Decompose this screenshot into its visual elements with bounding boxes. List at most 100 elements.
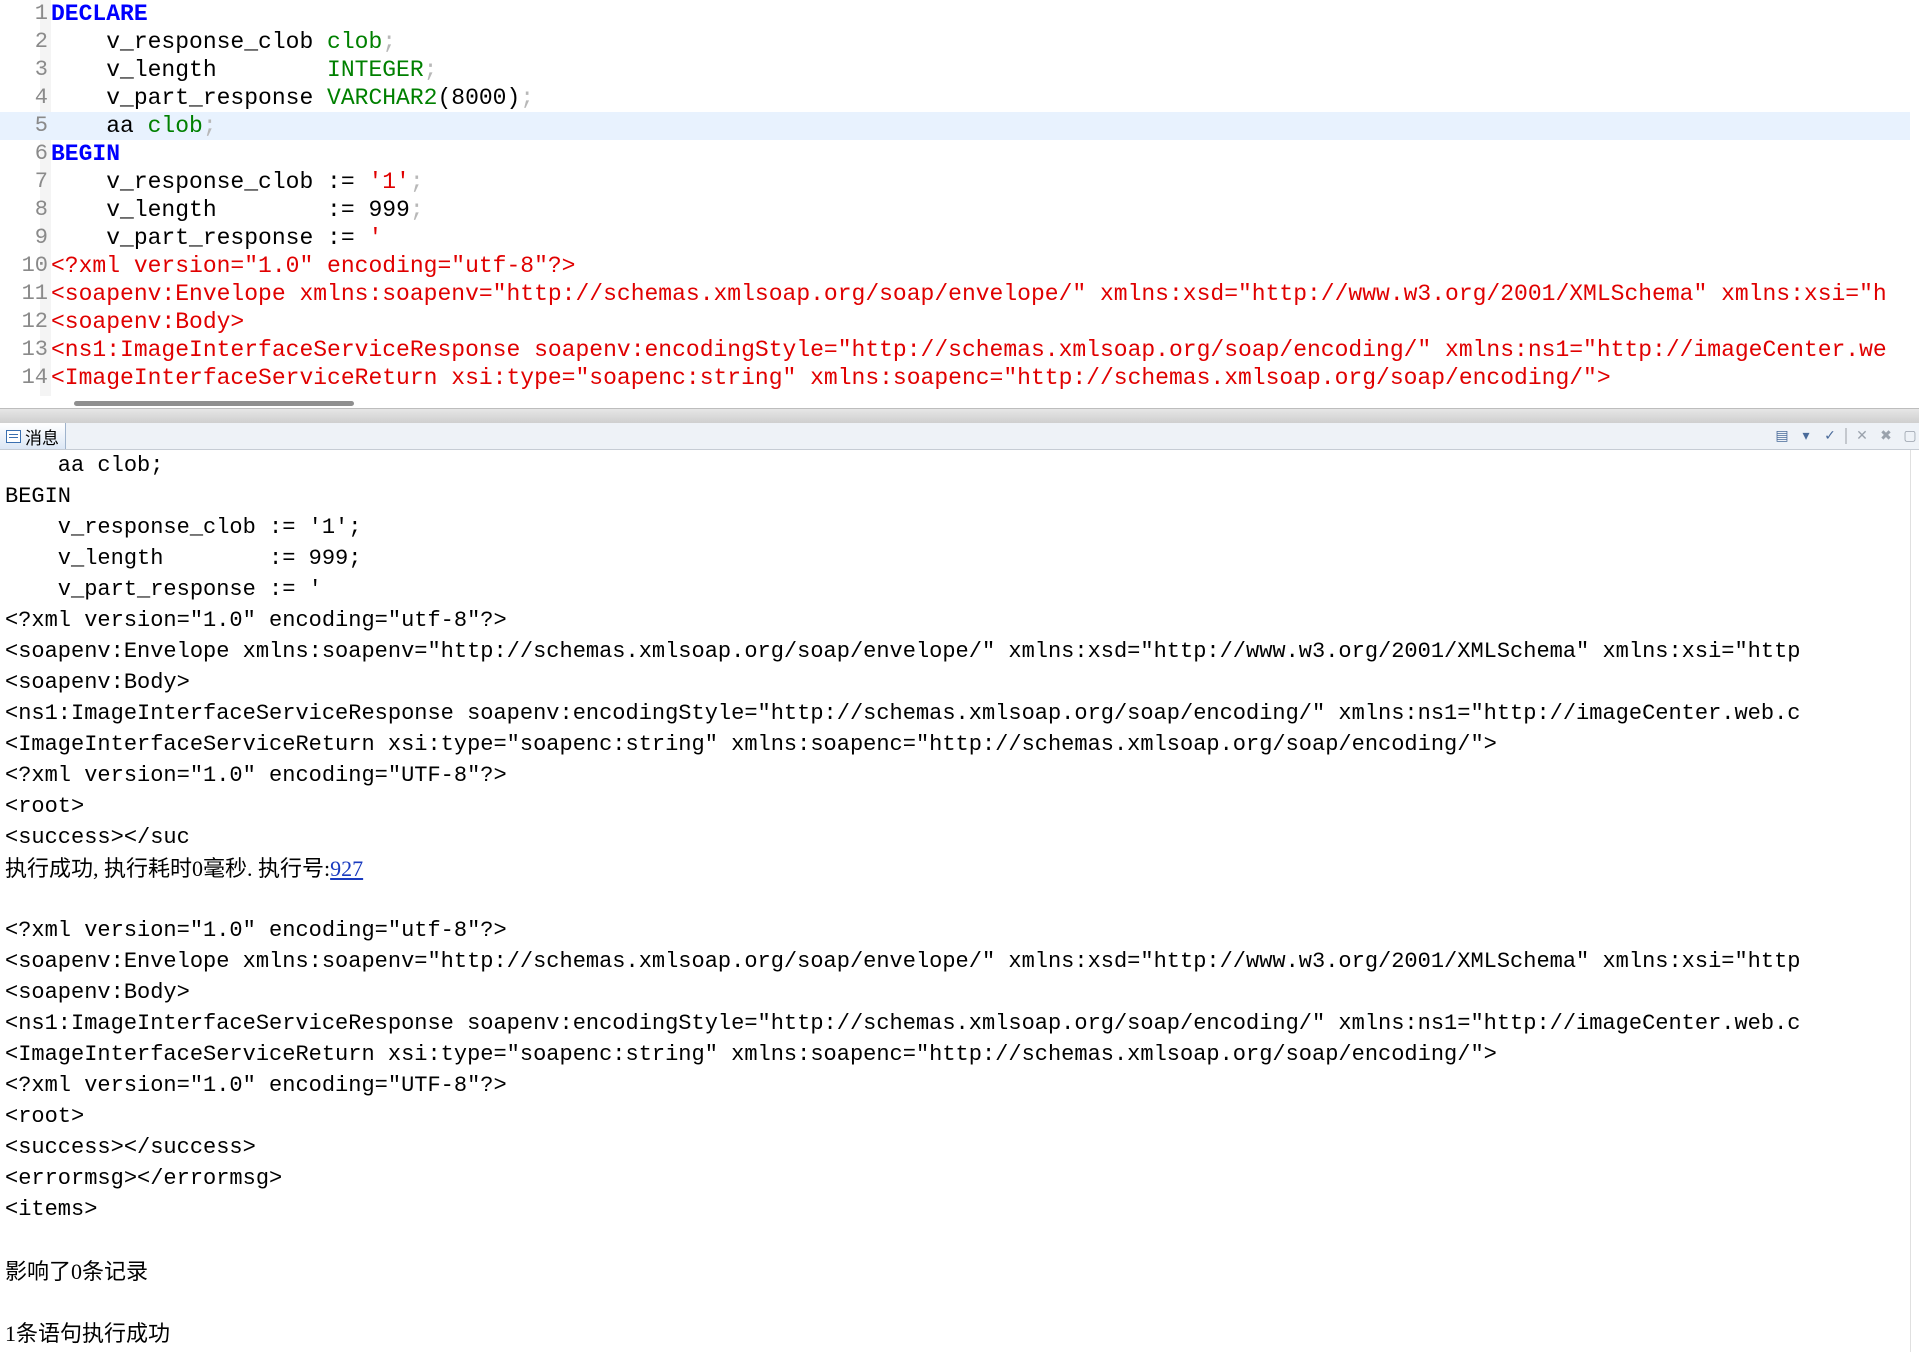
code-token: v_part_response :=: [51, 225, 369, 251]
message-line: <soapenv:Envelope xmlns:soapenv="http://…: [0, 636, 1919, 667]
line-number: 2: [34, 29, 48, 54]
message-text: <items>: [5, 1197, 98, 1222]
code-line[interactable]: 10 <?xml version="1.0" encoding="utf-8"?>: [0, 252, 1910, 280]
line-number: 13: [21, 337, 48, 362]
code-line[interactable]: 5 aa clob;: [0, 112, 1910, 140]
panel-toolbar: ▤ ▾ ✓ ✕ ✖ ▢: [1773, 425, 1919, 447]
message-text: v_part_response := ': [5, 577, 322, 602]
message-line: <?xml version="1.0" encoding="UTF-8"?>: [0, 1070, 1919, 1101]
maximize-icon[interactable]: ▢: [1901, 425, 1919, 447]
pin-icon[interactable]: ✓: [1821, 425, 1839, 447]
code-text: <ns1:ImageInterfaceServiceResponse soape…: [51, 336, 1887, 364]
code-text: <soapenv:Envelope xmlns:soapenv="http://…: [51, 280, 1887, 308]
message-text: v_length := 999;: [5, 546, 362, 571]
sql-editor[interactable]: 1 DECLARE 2 v_response_clob clob; 3 v_lengt…: [0, 0, 1910, 408]
message-line: aa clob;: [0, 450, 1919, 481]
message-text: <?xml version="1.0" encoding="utf-8"?>: [5, 918, 507, 943]
code-token: DECLARE: [51, 1, 148, 27]
code-text: DECLARE: [51, 0, 148, 28]
message-line: [0, 1225, 1919, 1256]
message-line: <ImageInterfaceServiceReturn xsi:type="s…: [0, 1039, 1919, 1070]
message-text: <ns1:ImageInterfaceServiceResponse soape…: [5, 1011, 1801, 1036]
message-text: 1条语句执行成功: [5, 1321, 171, 1346]
code-token: ;: [202, 113, 217, 139]
message-line: <ImageInterfaceServiceReturn xsi:type="s…: [0, 729, 1919, 760]
message-line: <ns1:ImageInterfaceServiceResponse soape…: [0, 698, 1919, 729]
code-line[interactable]: 1 DECLARE: [0, 0, 1910, 28]
message-line: [0, 1287, 1919, 1318]
message-text: <ImageInterfaceServiceReturn xsi:type="s…: [5, 1042, 1497, 1067]
message-line: 执行成功, 执行耗时0毫秒. 执行号:927: [0, 853, 1919, 884]
code-line[interactable]: 12 <soapenv:Body>: [0, 308, 1910, 336]
code-line[interactable]: 13 <ns1:ImageInterfaceServiceResponse soa…: [0, 336, 1910, 364]
code-token: v_response_clob: [51, 29, 328, 55]
code-token: <ns1:ImageInterfaceServiceResponse soape…: [51, 337, 1887, 363]
code-line[interactable]: 14 <ImageInterfaceServiceReturn xsi:type=…: [0, 364, 1910, 392]
code-line[interactable]: 6 BEGIN: [0, 140, 1910, 168]
message-line: <root>: [0, 791, 1919, 822]
code-text: <ImageInterfaceServiceReturn xsi:type="s…: [51, 364, 1611, 392]
code-text: v_part_response VARCHAR2(8000);: [51, 84, 534, 112]
message-line: <soapenv:Body>: [0, 977, 1919, 1008]
code-text: BEGIN: [51, 140, 120, 168]
line-number: 3: [34, 57, 48, 82]
code-line[interactable]: 8 v_length := 999;: [0, 196, 1910, 224]
message-line: v_response_clob := '1';: [0, 512, 1919, 543]
code-token: ;: [382, 29, 397, 55]
code-line[interactable]: 2 v_response_clob clob;: [0, 28, 1910, 56]
message-text: <root>: [5, 1104, 85, 1129]
code-lines[interactable]: 1 DECLARE 2 v_response_clob clob; 3 v_lengt…: [0, 0, 1910, 392]
message-line: <success></suc: [0, 822, 1919, 853]
remove-all-icon[interactable]: ✖: [1877, 425, 1895, 447]
pane-splitter[interactable]: [0, 408, 1919, 424]
code-text: <soapenv:Body>: [51, 308, 244, 336]
message-text: <soapenv:Body>: [5, 670, 190, 695]
message-line: 影响了0条记录: [0, 1256, 1919, 1287]
code-token: <soapenv:Body>: [51, 309, 245, 335]
line-number: 7: [34, 169, 48, 194]
code-text: aa clob;: [51, 112, 217, 140]
tab-messages[interactable]: 消息: [0, 423, 66, 449]
message-line: <soapenv:Envelope xmlns:soapenv="http://…: [0, 946, 1919, 977]
code-token: v_length: [51, 57, 328, 83]
remove-icon[interactable]: ✕: [1853, 425, 1871, 447]
message-text: <?xml version="1.0" encoding="utf-8"?>: [5, 608, 507, 633]
code-token: (8000): [437, 85, 521, 111]
execution-number-link[interactable]: 927: [330, 856, 363, 881]
message-text: aa clob;: [5, 453, 164, 478]
code-text: v_response_clob := '1';: [51, 168, 424, 196]
code-token: <ImageInterfaceServiceReturn xsi:type="s…: [51, 365, 1611, 391]
message-line: <?xml version="1.0" encoding="UTF-8"?>: [0, 760, 1919, 791]
code-token: ;: [409, 169, 424, 195]
code-token: ': [368, 225, 383, 251]
message-line: <ns1:ImageInterfaceServiceResponse soape…: [0, 1008, 1919, 1039]
code-token: v_length := 999: [51, 197, 410, 223]
code-line[interactable]: 7 v_response_clob := '1';: [0, 168, 1910, 196]
toolbar-divider: [1845, 428, 1847, 444]
message-line: <?xml version="1.0" encoding="utf-8"?>: [0, 915, 1919, 946]
code-text: v_length := 999;: [51, 196, 424, 224]
messages-output[interactable]: aa clob; BEGIN v_response_clob := '1'; v_…: [0, 450, 1919, 1352]
code-line[interactable]: 4 v_part_response VARCHAR2(8000);: [0, 84, 1910, 112]
code-line[interactable]: 9 v_part_response := ': [0, 224, 1910, 252]
dropdown-arrow-icon[interactable]: ▾: [1797, 425, 1815, 447]
code-token: clob: [147, 113, 203, 139]
code-line[interactable]: 3 v_length INTEGER;: [0, 56, 1910, 84]
view-menu-icon[interactable]: ▤: [1773, 425, 1791, 447]
message-line: 1条语句执行成功: [0, 1318, 1919, 1349]
code-token: ;: [409, 197, 424, 223]
message-line: <success></success>: [0, 1132, 1919, 1163]
line-number: 4: [34, 85, 48, 110]
message-text: <errormsg></errormsg>: [5, 1166, 283, 1191]
code-text: <?xml version="1.0" encoding="utf-8"?>: [51, 252, 576, 280]
messages-vertical-scrollbar[interactable]: [1910, 450, 1919, 1352]
code-token: v_response_clob :=: [51, 169, 369, 195]
line-number: 10: [21, 253, 48, 278]
message-text: v_response_clob := '1';: [5, 515, 362, 540]
message-text: <soapenv:Envelope xmlns:soapenv="http://…: [5, 949, 1801, 974]
editor-horizontal-scroll-thumb[interactable]: [74, 401, 354, 406]
code-line[interactable]: 11 <soapenv:Envelope xmlns:soapenv="http:…: [0, 280, 1910, 308]
line-number: 14: [21, 365, 48, 390]
message-text: <?xml version="1.0" encoding="UTF-8"?>: [5, 763, 507, 788]
code-token: INTEGER: [327, 57, 424, 83]
